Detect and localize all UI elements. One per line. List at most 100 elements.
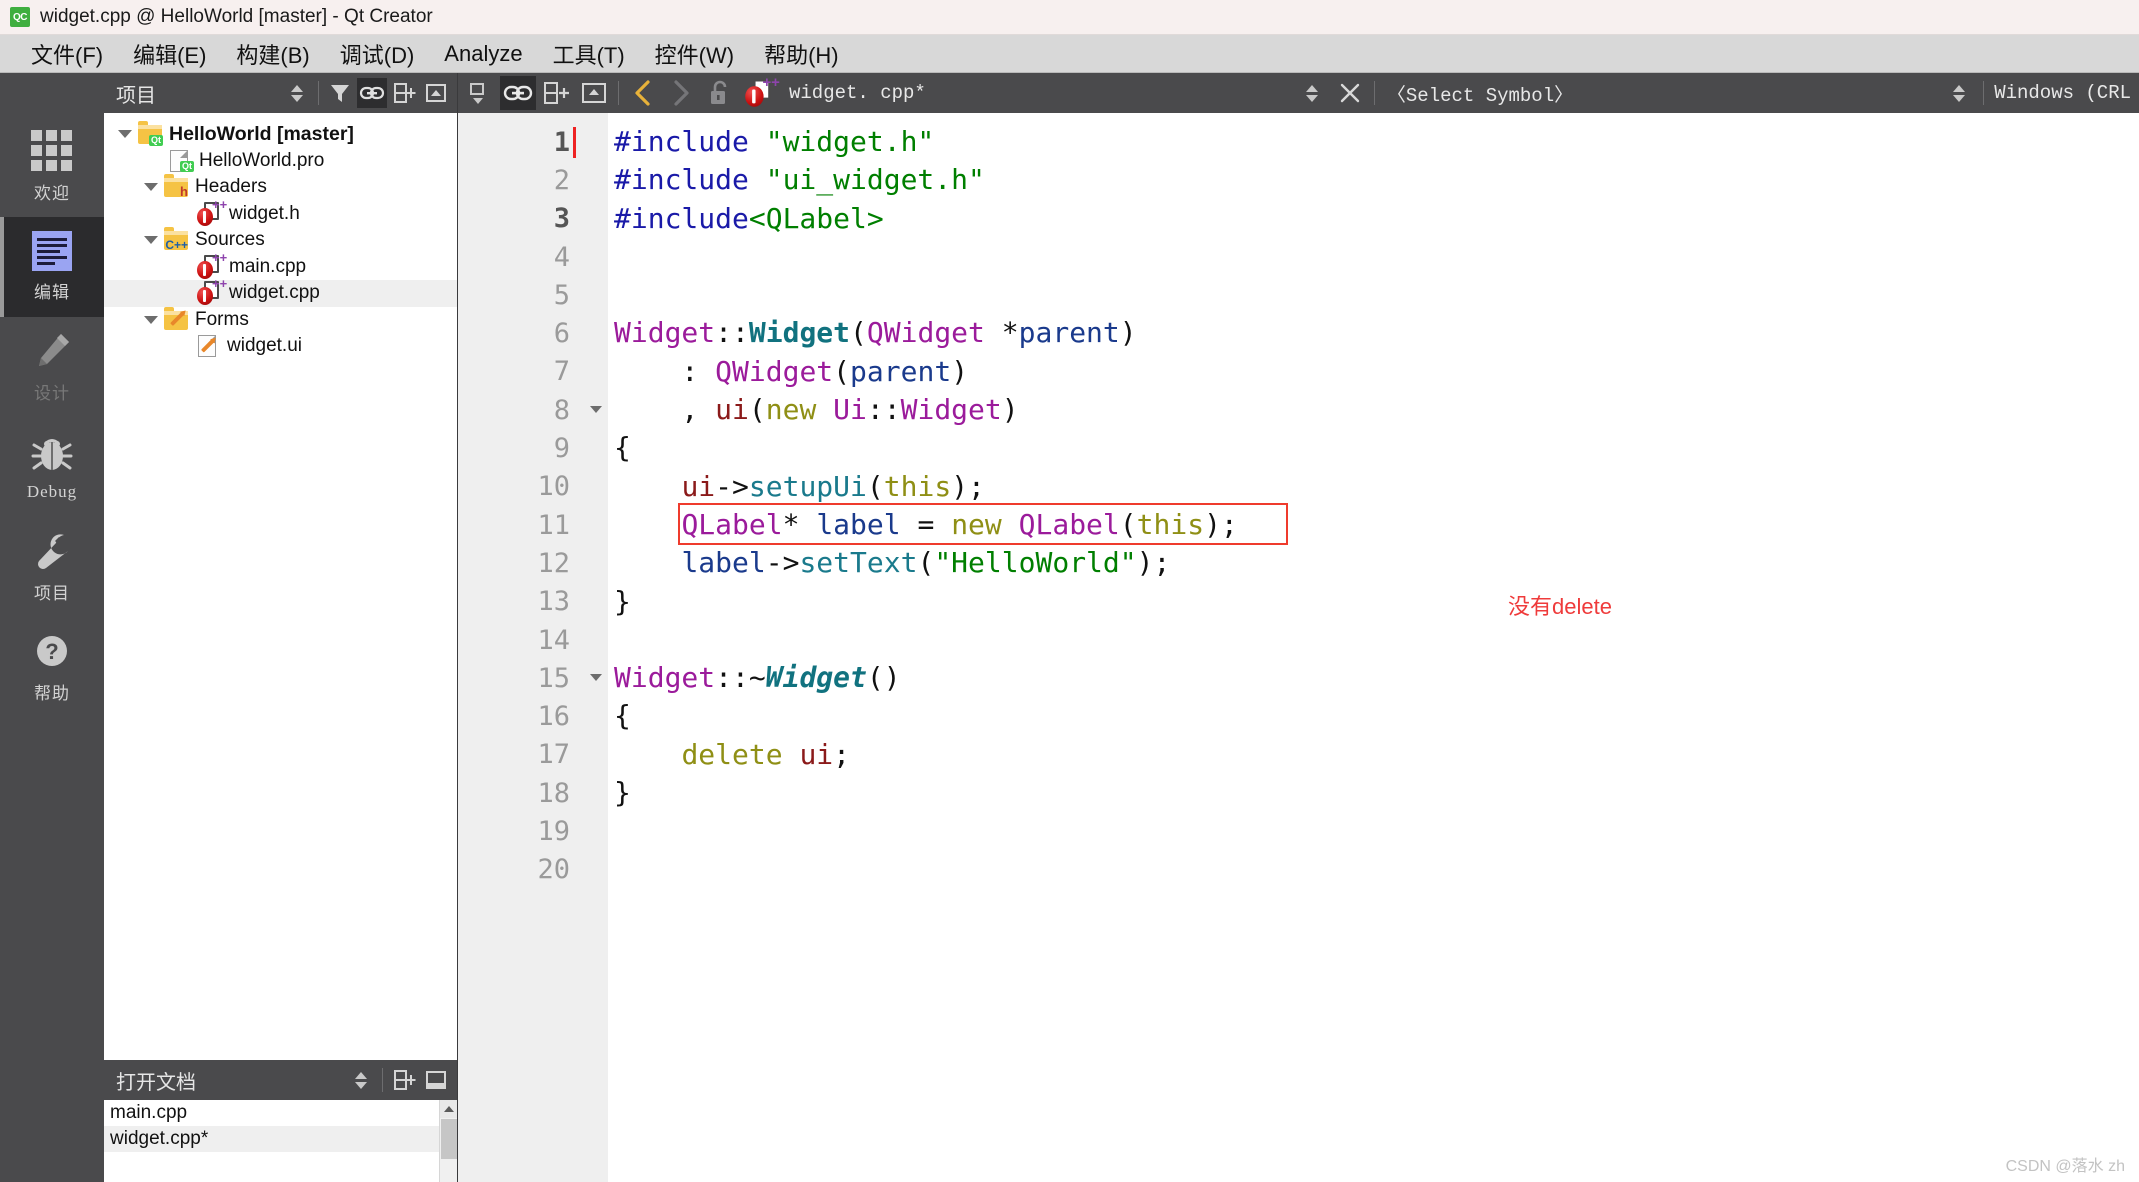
- editor-link-button[interactable]: [500, 76, 536, 110]
- code-line[interactable]: , ui(new Ui::Widget): [614, 391, 2139, 429]
- menu-build[interactable]: 构建(B): [221, 38, 324, 70]
- project-tree[interactable]: Qt HelloWorld [master] Qt HelloWorld.pro…: [104, 113, 457, 1060]
- red-annotation-note: 没有delete: [1508, 593, 1612, 619]
- navigate-back-button[interactable]: [625, 76, 661, 110]
- menu-debug[interactable]: 调试(D): [325, 38, 430, 70]
- line-ending-label[interactable]: Windows (CRL: [1994, 82, 2131, 104]
- tree-item-headers-folder[interactable]: h Headers: [104, 174, 457, 201]
- navigate-forward-button[interactable]: [663, 76, 699, 110]
- menu-edit[interactable]: 编辑(E): [118, 38, 221, 70]
- code-line[interactable]: : QWidget(parent): [614, 353, 2139, 391]
- od-split-button[interactable]: [389, 1065, 419, 1095]
- code-line[interactable]: delete ui;: [614, 736, 2139, 774]
- code-line[interactable]: #include "ui_widget.h": [614, 161, 2139, 199]
- code-line[interactable]: }: [614, 583, 2139, 621]
- code-line[interactable]: [614, 621, 2139, 659]
- code-line[interactable]: [614, 238, 2139, 276]
- code-line[interactable]: Widget::Widget(QWidget *parent): [614, 314, 2139, 352]
- od-sync-button[interactable]: [346, 1065, 376, 1095]
- collapse-all-button[interactable]: [421, 78, 451, 108]
- qt-creator-logo-icon: QC: [10, 7, 30, 27]
- code-token: setupUi: [748, 469, 867, 503]
- tree-item-label: widget.cpp: [229, 282, 320, 304]
- lock-document-button[interactable]: [701, 76, 737, 110]
- twisty-expanded-icon[interactable]: [138, 236, 164, 245]
- code-line[interactable]: {: [614, 429, 2139, 467]
- code-token: *: [782, 507, 817, 541]
- scrollbar-thumb[interactable]: [440, 1119, 457, 1159]
- menu-widgets[interactable]: 控件(W): [640, 38, 749, 70]
- editor-mode-dropdown[interactable]: [462, 76, 498, 110]
- close-document-button[interactable]: [1332, 76, 1368, 110]
- scroll-up-button[interactable]: [439, 1100, 457, 1118]
- code-token: (: [917, 546, 935, 580]
- up-down-arrows-icon: [1953, 84, 1966, 102]
- editor-split-button[interactable]: [538, 76, 574, 110]
- open-document-widget-cpp[interactable]: widget.cpp*: [104, 1126, 457, 1152]
- unlock-icon: [711, 80, 727, 104]
- code-text-area[interactable]: #include "widget.h" #include "ui_widget.h…: [608, 113, 2139, 1182]
- tree-item-forms-folder[interactable]: Forms: [104, 306, 457, 334]
- split-pane-button[interactable]: [389, 78, 419, 108]
- code-line[interactable]: Widget::~Widget(): [614, 659, 2139, 697]
- od-close-pane-button[interactable]: [421, 1065, 451, 1095]
- tree-item-helloworld-pro[interactable]: Qt HelloWorld.pro: [104, 148, 457, 175]
- code-line[interactable]: [614, 851, 2139, 889]
- filter-button[interactable]: [325, 78, 355, 108]
- fold-marker-icon[interactable]: [590, 674, 602, 682]
- tree-item-widget-h[interactable]: ++ widget.h: [104, 198, 457, 228]
- code-line[interactable]: #include<QLabel>: [614, 200, 2139, 238]
- code-line[interactable]: }: [614, 774, 2139, 812]
- code-token: }: [614, 776, 631, 810]
- code-token: label: [816, 507, 901, 541]
- code-line[interactable]: [614, 812, 2139, 850]
- fold-marker-icon[interactable]: [590, 406, 602, 414]
- code-token: ::~: [715, 661, 766, 695]
- code-token: ->: [765, 546, 800, 580]
- code-line[interactable]: {: [614, 697, 2139, 735]
- mode-help[interactable]: ? 帮助: [0, 617, 104, 717]
- cpp-source-icon: ++: [744, 75, 780, 107]
- code-line[interactable]: QLabel* label = new QLabel(this);: [614, 506, 2139, 544]
- tree-item-main-cpp[interactable]: ++ main.cpp: [104, 251, 457, 281]
- tree-item-widget-ui[interactable]: widget.ui: [104, 333, 457, 360]
- gutter-line: 8: [458, 391, 602, 429]
- code-line[interactable]: label->setText("HelloWorld");: [614, 544, 2139, 582]
- mode-edit[interactable]: 编辑: [0, 217, 104, 317]
- menu-tools[interactable]: 工具(T): [538, 38, 640, 70]
- mode-projects[interactable]: 项目: [0, 517, 104, 617]
- code-line[interactable]: #include "widget.h": [614, 123, 2139, 161]
- mode-design[interactable]: 设计: [0, 317, 104, 417]
- code-editor[interactable]: 1 2 3 4 5 6 7 8 9 10 11 12 13 14 15 16 1…: [458, 113, 2139, 1182]
- open-documents-scrollbar[interactable]: [439, 1100, 457, 1182]
- gutter-line: 4: [553, 241, 570, 273]
- menu-help[interactable]: 帮助(H): [749, 38, 854, 70]
- select-symbol-dropdown[interactable]: 〈Select Symbol〉: [1387, 80, 1573, 107]
- open-documents-list[interactable]: main.cpp widget.cpp*: [104, 1100, 457, 1182]
- qt-project-folder-icon: Qt: [138, 121, 163, 147]
- tree-item-widget-cpp[interactable]: ++ widget.cpp: [104, 277, 457, 307]
- mode-selector: 欢迎 编辑 设计 Debug 项目 ? 帮助: [0, 73, 104, 1182]
- twisty-expanded-icon[interactable]: [138, 315, 164, 324]
- gutter-line: 1: [458, 123, 578, 161]
- open-document-label: main.cpp: [110, 1102, 188, 1123]
- menu-file[interactable]: 文件(F): [16, 38, 118, 70]
- tree-item-helloworld-project[interactable]: Qt HelloWorld [master]: [104, 121, 457, 148]
- twisty-expanded-icon[interactable]: [138, 183, 164, 192]
- mode-debug[interactable]: Debug: [0, 417, 104, 517]
- link-with-editor-button[interactable]: [357, 78, 387, 108]
- twisty-expanded-icon[interactable]: [112, 130, 138, 139]
- code-line[interactable]: ui->setupUi(this);: [614, 468, 2139, 506]
- editor-file-label[interactable]: widget. cpp*: [789, 82, 926, 104]
- open-document-main-cpp[interactable]: main.cpp: [104, 1100, 457, 1126]
- tree-item-sources-folder[interactable]: C++ Sources: [104, 227, 457, 254]
- menu-analyze[interactable]: Analyze: [429, 41, 537, 67]
- sync-selection-button[interactable]: [282, 78, 312, 108]
- symbol-dropdown-button[interactable]: [1941, 76, 1977, 110]
- file-dropdown-button[interactable]: [1294, 76, 1330, 110]
- mode-welcome[interactable]: 欢迎: [0, 117, 104, 217]
- editor-unsplit-button[interactable]: [576, 76, 612, 110]
- forms-folder-icon: [164, 306, 188, 331]
- code-line[interactable]: [614, 276, 2139, 314]
- gutter-line: 9: [553, 433, 570, 465]
